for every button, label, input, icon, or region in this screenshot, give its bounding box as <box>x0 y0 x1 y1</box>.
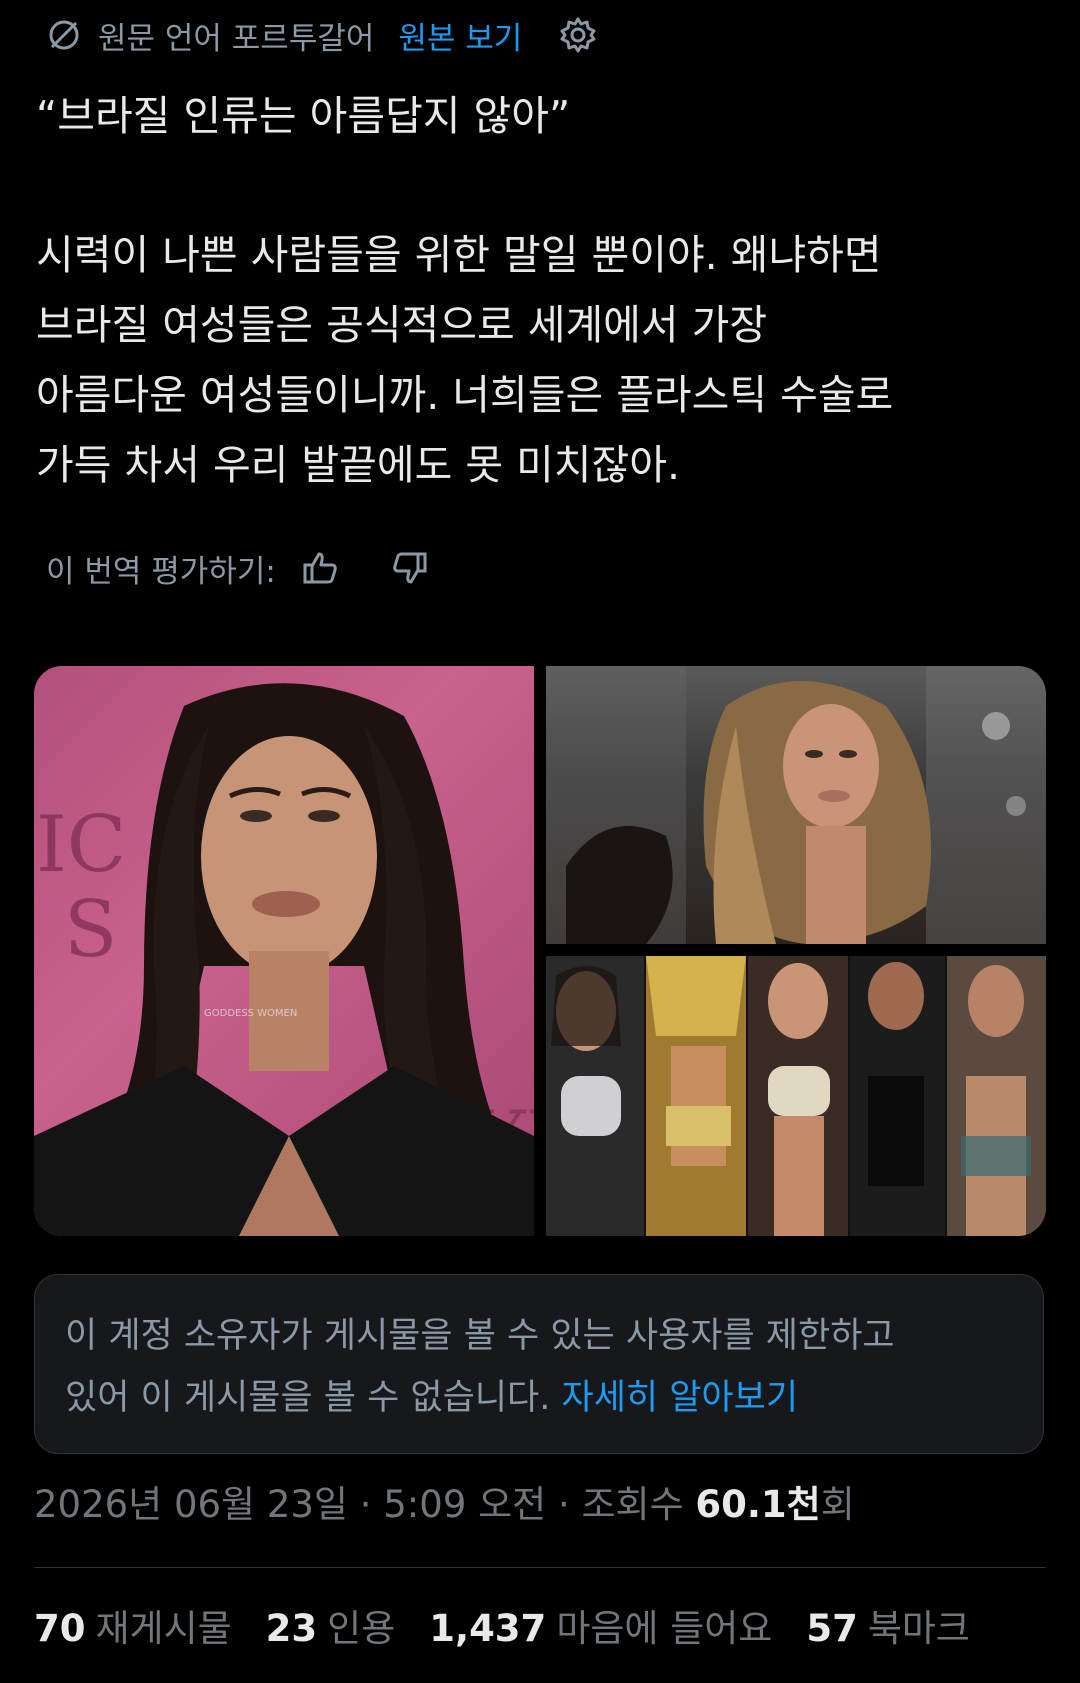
watermark: GODDESS WOMEN <box>204 1008 297 1019</box>
separator-dot: · <box>557 1483 582 1526</box>
likes-stat[interactable]: 1,437 마음에 들어요 <box>429 1602 772 1656</box>
source-language-label: 원문 언어 포르투갈어 <box>98 20 375 57</box>
stat-value: 57 <box>806 1607 858 1650</box>
stat-label: 재게시물 <box>95 1607 232 1650</box>
show-original-link[interactable]: 원본 보기 <box>398 13 522 58</box>
divider <box>34 1567 1046 1568</box>
views-label: 조회수 <box>581 1483 684 1526</box>
post-quote: “브라질 인류는 아름답지 않아” <box>36 92 571 140</box>
post-body-line: 브라질 여성들은 공식적으로 세계에서 가장 <box>36 301 768 349</box>
notice-line: 있어 이 게시물을 볼 수 없습니다. 자세히 알아보기 <box>65 1367 1013 1429</box>
views-count: 60.1천 <box>695 1483 821 1526</box>
stat-value: 1,437 <box>429 1607 547 1650</box>
stat-label: 북마크 <box>867 1607 970 1650</box>
translation-bar: 원문 언어 포르투갈어 원본 보기 <box>46 12 600 58</box>
stat-value: 70 <box>34 1607 86 1650</box>
post-time[interactable]: 5:09 오전 <box>383 1483 546 1526</box>
media-grid[interactable]: IC S YI GODDESS WOMEN <box>34 666 1046 1236</box>
bookmarks-stat[interactable]: 57 북마크 <box>806 1602 970 1656</box>
post-body-line: 아름다운 여성들이니까. 너희들은 플라스틱 수술로 <box>36 371 894 419</box>
backdrop-letters: IC <box>36 800 127 890</box>
separator-dot: · <box>359 1483 384 1526</box>
thumbs-down-icon[interactable] <box>388 546 432 590</box>
backdrop-letters: S <box>64 885 117 975</box>
photo-runway-top-right[interactable] <box>546 666 1046 944</box>
photo-portrait-left[interactable]: IC S YI GODDESS WOMEN <box>34 666 534 1236</box>
stat-value: 23 <box>265 1607 318 1650</box>
post-meta: 2026년 06월 23일 · 5:09 오전 · 조회수 60.1천회 <box>34 1478 855 1532</box>
restricted-content-notice: 이 계정 소유자가 게시물을 볼 수 있는 사용자를 제한하고 있어 이 게시물… <box>34 1274 1044 1454</box>
post-body-line: 가득 차서 우리 발끝에도 못 미치잖아. <box>36 441 680 489</box>
views-suffix: 회 <box>820 1483 855 1526</box>
rate-translation-row: 이 번역 평가하기: <box>46 544 432 592</box>
translate-icon <box>46 15 86 55</box>
notice-line: 이 계정 소유자가 게시물을 볼 수 있는 사용자를 제한하고 <box>65 1316 895 1356</box>
photo-collage-bottom-right[interactable] <box>546 956 1046 1236</box>
post-date[interactable]: 2026년 06월 23일 <box>34 1483 348 1526</box>
stat-label: 마음에 들어요 <box>556 1607 773 1650</box>
rate-translation-label: 이 번역 평가하기: <box>46 553 276 590</box>
thumbs-up-icon[interactable] <box>298 546 342 590</box>
post-body: 시력이 나쁜 사람들을 위한 말일 뿐이야. 왜냐하면 브라질 여성들은 공식적… <box>36 220 1046 500</box>
learn-more-link[interactable]: 자세히 알아보기 <box>562 1378 799 1418</box>
quotes-stat[interactable]: 23 인용 <box>266 1602 396 1656</box>
post-body-line: 시력이 나쁜 사람들을 위한 말일 뿐이야. 왜냐하면 <box>36 231 882 279</box>
gear-icon[interactable] <box>558 14 600 56</box>
stat-label: 인용 <box>327 1607 396 1650</box>
reposts-stat[interactable]: 70 재게시물 <box>34 1602 232 1656</box>
engagement-stats: 70 재게시물 23 인용 1,437 마음에 들어요 57 북마크 <box>34 1602 1004 1656</box>
notice-text: 있어 이 게시물을 볼 수 없습니다. <box>65 1378 551 1418</box>
